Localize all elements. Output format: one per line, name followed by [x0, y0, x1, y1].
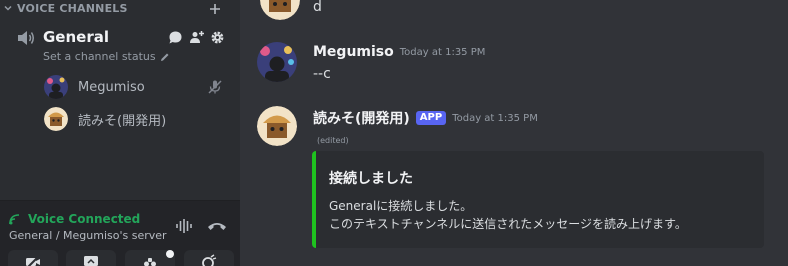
voice-connection-panel: Voice Connected General / Megumiso's ser… [0, 200, 240, 266]
avatar[interactable] [257, 106, 297, 146]
soundboard-button[interactable] [184, 250, 234, 266]
pencil-icon [160, 53, 169, 61]
avatar [44, 75, 68, 99]
app-badge: APP [415, 111, 447, 125]
voice-location[interactable]: General / Megumiso's server [9, 229, 167, 242]
gear-icon[interactable] [210, 30, 225, 45]
voice-channel-general[interactable]: General Set a channel status [8, 22, 232, 68]
channel-sidebar: VOICE CHANNELS General Set a channel sta… [0, 0, 240, 266]
activity-icon [144, 258, 156, 266]
voice-status-label: Voice Connected [28, 212, 141, 226]
author-name[interactable]: 読みそ(開発用) [313, 108, 410, 128]
add-member-icon[interactable] [189, 30, 204, 45]
camera-off-icon [26, 254, 41, 266]
embed-description: Generalに接続しました。 このテキストチャンネルに送信されたメッセージを読… [329, 197, 687, 233]
message-embed: 接続しました Generalに接続しました。 このテキストチャンネルに送信された… [312, 151, 764, 248]
author-name[interactable]: Megumiso [313, 44, 394, 60]
soundboard-icon [202, 254, 217, 266]
voice-channels-title: VOICE CHANNELS [17, 2, 128, 15]
camera-button[interactable] [8, 250, 58, 266]
avatar [44, 107, 68, 131]
signal-icon [9, 214, 20, 225]
noise-suppression-icon[interactable] [175, 218, 193, 234]
chevron-down-icon [4, 5, 12, 11]
channel-actions [168, 30, 225, 45]
screen-share-icon [84, 256, 98, 266]
channel-status-label: Set a channel status [43, 50, 156, 63]
plus-icon[interactable] [208, 2, 222, 16]
message-header: 読みそ(開発用) APP Today at 1:35 PM [313, 108, 538, 128]
avatar[interactable] [257, 42, 297, 82]
timestamp[interactable]: Today at 1:35 PM [452, 113, 538, 124]
chat-bubble-icon[interactable] [168, 30, 183, 45]
chat-area: d Megumiso Today at 1:35 PM --c 読みそ(開発用)… [240, 0, 788, 266]
voice-user-name: Megumiso [78, 79, 145, 95]
embed-line: Generalに接続しました。 [329, 199, 473, 213]
timestamp[interactable]: Today at 1:35 PM [400, 47, 486, 58]
message-header: Megumiso Today at 1:35 PM [313, 44, 485, 60]
set-channel-status[interactable]: Set a channel status [43, 50, 170, 63]
voice-user-yomiso[interactable]: 読みそ(開発用) [44, 106, 234, 132]
message-content: d [313, 0, 322, 15]
disconnect-icon[interactable] [207, 219, 227, 233]
voice-action-buttons [8, 250, 234, 266]
voice-connected-status[interactable]: Voice Connected [9, 212, 140, 226]
muted-mic-icon [208, 80, 222, 94]
voice-user-name: 読みそ(開発用) [78, 113, 167, 129]
embed-title: 接続しました [329, 171, 413, 187]
screen-share-button[interactable] [66, 250, 116, 266]
activity-indicator-dot [166, 250, 174, 258]
speaker-icon [18, 31, 34, 45]
channel-name: General [43, 28, 109, 46]
message-content: --c [313, 66, 331, 82]
voice-channels-header[interactable]: VOICE CHANNELS [0, 0, 240, 18]
avatar[interactable] [260, 0, 300, 20]
voice-user-megumiso[interactable]: Megumiso [44, 74, 234, 100]
edited-label: (edited) [317, 136, 349, 145]
embed-line: このテキストチャンネルに送信されたメッセージを読み上げます。 [329, 217, 687, 231]
